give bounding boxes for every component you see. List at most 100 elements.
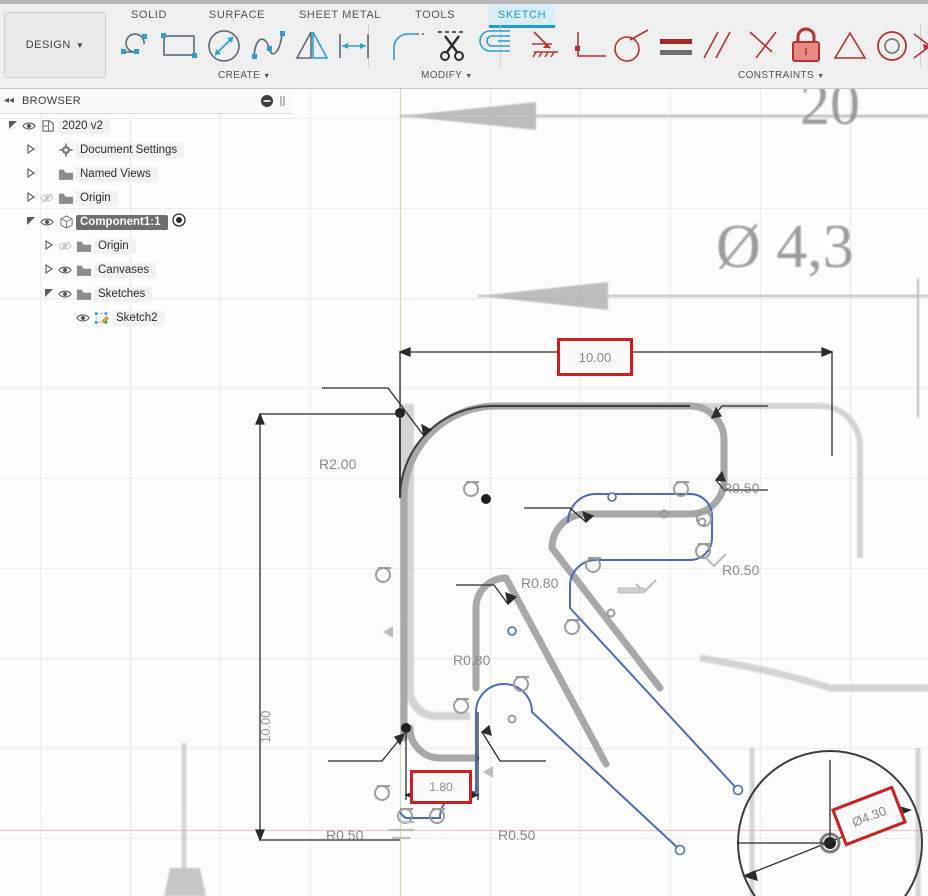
circle-icon[interactable]	[202, 26, 246, 66]
node-expand-toggle[interactable]	[42, 288, 56, 300]
ribbon-tab-sketch[interactable]: SKETCH	[489, 4, 555, 28]
browser-node-component1-1[interactable]: Component1:1	[24, 212, 186, 232]
folder-icon	[74, 264, 94, 277]
browser-node-origin[interactable]: Origin	[24, 189, 118, 207]
panel-label-constraints[interactable]: CONSTRAINTS ▼	[738, 70, 824, 81]
expand-arrow-right-icon[interactable]	[26, 143, 36, 155]
dim-radius-r0-80-lower[interactable]: R0.80	[453, 652, 490, 668]
dim-notch-1-80-box[interactable]: 1.80	[410, 770, 472, 804]
folder-icon	[58, 193, 74, 204]
lock-horizontal-vertical-icon[interactable]	[784, 26, 828, 66]
perpendicular-icon[interactable]	[568, 26, 612, 66]
ribbon-tab-sheet-metal[interactable]: SHEET METAL	[286, 4, 394, 26]
visibility-toggle[interactable]	[20, 119, 38, 133]
activate-component-radio-icon[interactable]	[171, 212, 186, 227]
mirror-icon[interactable]	[290, 26, 334, 66]
panel-label-modify[interactable]: MODIFY ▼	[421, 70, 473, 81]
symmetry-icon[interactable]	[910, 26, 928, 66]
visibility-toggle[interactable]	[56, 287, 74, 301]
dim-radius-r0-80-upper[interactable]: R0.80	[521, 575, 558, 591]
dim-width-10-box[interactable]: 10.00	[557, 338, 633, 376]
browser-node-label: Named Views	[76, 166, 158, 182]
browser-node-origin[interactable]: Origin	[42, 237, 136, 255]
node-expand-toggle[interactable]	[24, 191, 38, 204]
browser-node-sketches[interactable]: Sketches	[42, 285, 153, 303]
panel-grip-icon[interactable]	[280, 95, 286, 107]
fillet-icon[interactable]	[386, 26, 430, 66]
eye-icon[interactable]	[58, 239, 72, 253]
expand-arrow-down-icon[interactable]	[26, 216, 36, 226]
visibility-toggle[interactable]	[56, 239, 74, 253]
browser-node-label: Document Settings	[76, 142, 185, 158]
trim-scissors-icon[interactable]	[430, 26, 474, 66]
browser-node-label: Sketches	[94, 286, 153, 302]
design-workspace-button[interactable]: DESIGN ▼	[4, 12, 106, 78]
browser-node-label: Canvases	[94, 262, 157, 278]
parallel-icon[interactable]	[696, 26, 740, 66]
canvas-image-text-20-value: 20	[800, 88, 860, 137]
panel-label-constraints-text: CONSTRAINTS	[738, 70, 815, 81]
expand-arrow-right-icon[interactable]	[44, 263, 54, 275]
eye-icon[interactable]	[40, 191, 54, 205]
node-expand-toggle[interactable]	[24, 216, 38, 228]
panel-label-create[interactable]: CREATE ▼	[218, 70, 271, 81]
browser-node-label: 2020 v2	[58, 118, 110, 134]
eye-icon[interactable]	[58, 287, 72, 301]
ribbon-tab-surface[interactable]: SURFACE	[196, 4, 278, 26]
minus-circle-icon[interactable]	[261, 94, 273, 107]
midpoint-icon[interactable]	[742, 26, 786, 66]
visibility-toggle[interactable]	[56, 263, 74, 277]
node-expand-toggle[interactable]	[42, 239, 56, 252]
browser-panel: ◂◂ BROWSER 2020 v2 Document Settings Named…	[0, 88, 292, 896]
node-expand-toggle[interactable]	[6, 120, 20, 132]
visibility-toggle[interactable]	[38, 215, 56, 229]
ribbon-tab-tools[interactable]: TOOLS	[400, 4, 470, 26]
dim-radius-r0-50-left[interactable]: R0.50	[326, 827, 363, 843]
eye-icon[interactable]	[22, 119, 36, 133]
folder-icon	[76, 289, 92, 300]
concentric-icon[interactable]	[870, 26, 914, 66]
eye-icon[interactable]	[76, 311, 90, 325]
browser-node-sketch2[interactable]: Sketch2	[60, 309, 165, 327]
dim-radius-r0-50-mid[interactable]: R0.50	[498, 827, 535, 843]
visibility-toggle[interactable]	[38, 191, 56, 205]
tangent-icon[interactable]	[610, 26, 654, 66]
folder-icon	[74, 240, 94, 253]
expand-arrow-right-icon[interactable]	[44, 239, 54, 251]
browser-node-2020-v2[interactable]: 2020 v2	[6, 117, 110, 135]
dim-radius-r0-50-right[interactable]: R0.50	[722, 562, 759, 578]
arc-icon[interactable]	[118, 26, 162, 66]
expand-arrow-right-icon[interactable]	[26, 191, 36, 203]
browser-node-named-views[interactable]: Named Views	[24, 165, 158, 183]
fix-ground-icon[interactable]	[524, 26, 568, 66]
dim-width-10-value: 10.00	[578, 349, 612, 365]
node-expand-toggle[interactable]	[42, 263, 56, 276]
browser-node-document-settings[interactable]: Document Settings	[24, 141, 185, 159]
folder-icon	[76, 241, 92, 252]
component-icon	[59, 215, 73, 229]
dim-radius-r2-00[interactable]: R2.00	[319, 456, 356, 472]
browser-node-canvases[interactable]: Canvases	[42, 261, 157, 279]
expand-arrow-down-icon[interactable]	[44, 288, 54, 298]
chevron-down-icon: ▼	[75, 40, 85, 50]
collinear-icon[interactable]	[828, 26, 872, 66]
expand-arrow-right-icon[interactable]	[26, 167, 36, 179]
activate-component-radio[interactable]	[171, 212, 186, 232]
rectangle-icon[interactable]	[158, 26, 202, 66]
dim-radius-r0-50-top[interactable]: R0.50	[722, 480, 759, 496]
eye-icon[interactable]	[58, 263, 72, 277]
ribbon-tab-solid[interactable]: SOLID	[110, 4, 188, 26]
collapse-panel-icon[interactable]: ◂◂	[4, 95, 14, 106]
offset-icon[interactable]	[474, 26, 518, 66]
browser-node-label: Component1:1	[76, 214, 168, 230]
equal-icon[interactable]	[654, 26, 698, 66]
spline-icon[interactable]	[248, 26, 292, 66]
visibility-toggle[interactable]	[74, 311, 92, 325]
node-expand-toggle[interactable]	[24, 143, 38, 156]
expand-arrow-down-icon[interactable]	[8, 120, 18, 130]
profile-underlay	[400, 402, 728, 768]
dimension-icon[interactable]	[332, 26, 376, 66]
eye-icon[interactable]	[40, 215, 54, 229]
dim-radius-r0-50-left-value: R0.50	[326, 827, 364, 843]
node-expand-toggle[interactable]	[24, 167, 38, 180]
